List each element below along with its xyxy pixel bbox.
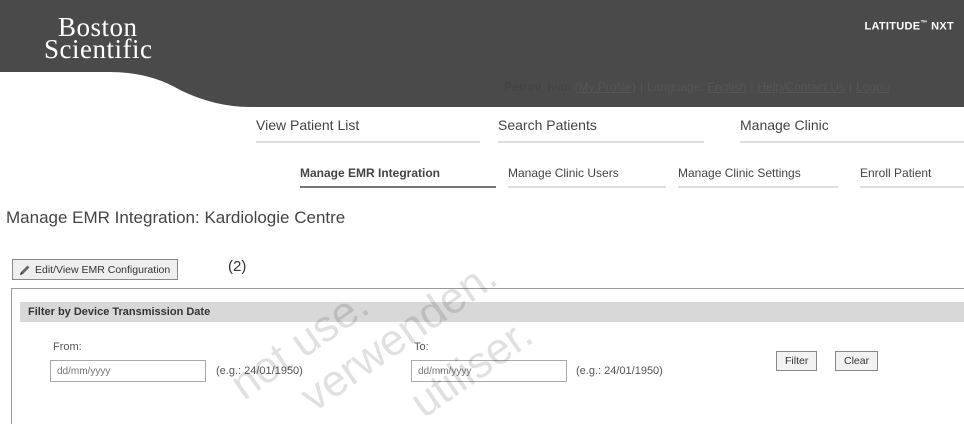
subnav-manage-clinic-users[interactable]: Manage Clinic Users — [508, 166, 666, 188]
user-name: Petrov, Ivan — [504, 80, 572, 94]
subnav-manage-emr-integration[interactable]: Manage EMR Integration — [300, 166, 496, 188]
nav-view-patient-list[interactable]: View Patient List — [256, 117, 480, 143]
product-suffix: NXT — [927, 20, 954, 33]
my-profile-link[interactable]: My Profile — [578, 80, 631, 94]
language-link[interactable]: English — [707, 80, 746, 94]
boston-scientific-logo: Boston Scientific — [44, 14, 153, 64]
header-bar: Boston Scientific LATITUDE™ NXT — [0, 0, 964, 72]
main-nav: View Patient List Search Patients Manage… — [0, 117, 964, 145]
from-label: From: — [53, 341, 82, 353]
pencil-icon — [20, 265, 30, 275]
product-name-text: LATITUDE — [864, 20, 921, 33]
nav-search-patients[interactable]: Search Patients — [498, 117, 704, 143]
clear-button[interactable]: Clear — [835, 351, 879, 371]
from-date-input[interactable] — [50, 360, 206, 382]
edit-button-label: Edit/View EMR Configuration — [35, 263, 171, 276]
language-label: Language: — [646, 80, 704, 94]
user-bar: Petrov, Ivan (My Profile) | Language: Engl… — [504, 80, 890, 94]
subnav-manage-clinic-settings[interactable]: Manage Clinic Settings — [678, 166, 838, 188]
filter-button[interactable]: Filter — [776, 351, 818, 371]
edit-view-emr-configuration-button[interactable]: Edit/View EMR Configuration — [12, 259, 179, 280]
filter-header: Filter by Device Transmission Date — [20, 302, 964, 322]
callout-annotation: (2) — [228, 258, 247, 275]
nav-manage-clinic[interactable]: Manage Clinic — [740, 117, 964, 143]
logo-line2: Scientific — [44, 34, 153, 64]
help-contact-link[interactable]: Help/Contact Us — [758, 80, 845, 94]
product-name: LATITUDE™ NXT — [864, 20, 954, 33]
subnav-enroll-patient[interactable]: Enroll Patient — [860, 166, 964, 188]
sub-nav: Manage EMR Integration Manage Clinic Use… — [0, 166, 964, 188]
to-date-hint: (e.g.: 24/01/1950) — [576, 365, 663, 377]
product-trademark: ™ — [920, 20, 928, 27]
logout-link[interactable]: Logou — [856, 80, 889, 94]
page-title: Manage EMR Integration: Kardiologie Cent… — [6, 208, 346, 227]
